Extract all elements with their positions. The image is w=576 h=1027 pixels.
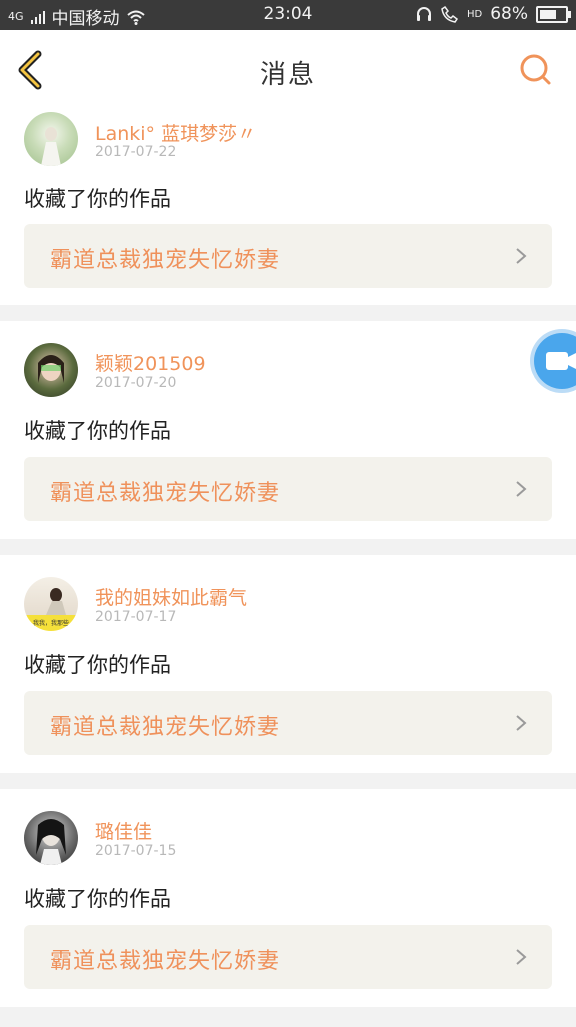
- battery-percent: 68%: [490, 4, 528, 24]
- username[interactable]: 璐佳佳: [95, 817, 152, 844]
- avatar-caption: 我我，我那些: [32, 620, 69, 627]
- chevron-right-icon: [516, 949, 527, 965]
- status-bar: 4G 中国移动 23:04 HD 68%: [0, 0, 576, 30]
- avatar[interactable]: 我我，我那些: [24, 577, 78, 631]
- avatar[interactable]: [24, 343, 78, 397]
- message-date: 2017-07-15: [95, 843, 177, 859]
- floating-video-button[interactable]: [534, 333, 576, 389]
- chevron-right-icon: [516, 248, 527, 264]
- phone-icon: [441, 5, 458, 23]
- work-title: 霸道总裁独宠失忆娇妻: [50, 248, 281, 273]
- avatar[interactable]: [24, 811, 78, 865]
- work-title: 霸道总裁独宠失忆娇妻: [50, 715, 281, 740]
- message-item: 我我，我那些 我的姐妹如此霸气 2017-07-17 收藏了你的作品 霸道总裁独…: [0, 555, 576, 773]
- action-text: 收藏了你的作品: [24, 653, 171, 677]
- separator: [0, 305, 576, 321]
- message-date: 2017-07-22: [95, 144, 177, 160]
- search-button[interactable]: [518, 52, 554, 88]
- action-text: 收藏了你的作品: [24, 419, 171, 443]
- separator: [0, 773, 576, 789]
- battery-icon: [536, 5, 571, 23]
- hd-indicator: HD: [466, 8, 483, 20]
- work-link[interactable]: 霸道总裁独宠失忆娇妻: [24, 224, 552, 288]
- separator: [0, 539, 576, 555]
- work-link[interactable]: 霸道总裁独宠失忆娇妻: [24, 925, 552, 989]
- action-text: 收藏了你的作品: [24, 187, 171, 211]
- username[interactable]: 颖颖201509: [95, 349, 206, 376]
- message-item: 璐佳佳 2017-07-15 收藏了你的作品 霸道总裁独宠失忆娇妻: [0, 789, 576, 1007]
- video-camera-icon: [546, 352, 576, 370]
- avatar[interactable]: [24, 112, 78, 166]
- work-link[interactable]: 霸道总裁独宠失忆娇妻: [24, 691, 552, 755]
- work-title: 霸道总裁独宠失忆娇妻: [50, 949, 281, 974]
- search-icon: [520, 54, 551, 85]
- work-link[interactable]: 霸道总裁独宠失忆娇妻: [24, 457, 552, 521]
- message-date: 2017-07-20: [95, 375, 177, 391]
- status-time: 23:04: [263, 4, 313, 24]
- message-list: Lanki° 蓝琪梦莎〃 2017-07-22 收藏了你的作品 霸道总裁独宠失忆…: [0, 107, 576, 1027]
- work-title: 霸道总裁独宠失忆娇妻: [50, 481, 281, 506]
- headset-icon: [416, 7, 431, 21]
- header: 消息: [0, 30, 576, 108]
- action-text: 收藏了你的作品: [24, 887, 171, 911]
- message-item: 颖颖201509 2017-07-20 收藏了你的作品 霸道总裁独宠失忆娇妻: [0, 321, 576, 539]
- username[interactable]: 我的姐妹如此霸气: [95, 583, 247, 610]
- message-date: 2017-07-17: [95, 609, 177, 625]
- separator: [0, 1007, 576, 1027]
- message-item: Lanki° 蓝琪梦莎〃 2017-07-22 收藏了你的作品 霸道总裁独宠失忆…: [0, 107, 576, 305]
- chevron-right-icon: [516, 715, 527, 731]
- page-title: 消息: [259, 60, 316, 90]
- username[interactable]: Lanki° 蓝琪梦莎〃: [95, 119, 256, 146]
- chevron-right-icon: [516, 481, 527, 497]
